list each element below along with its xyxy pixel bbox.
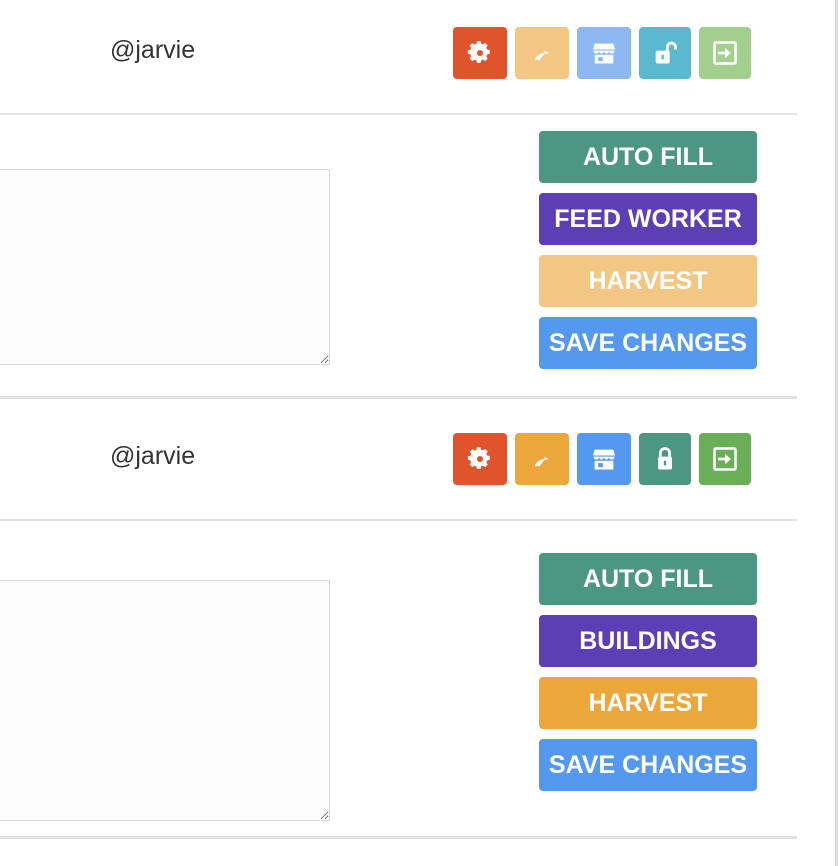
exit-button[interactable]	[699, 27, 751, 79]
auto-fill-button[interactable]: AUTO FILL	[539, 553, 757, 605]
save-changes-button[interactable]: SAVE CHANGES	[539, 317, 757, 369]
card-divider	[0, 396, 797, 399]
card-header: @jarvie	[0, 406, 797, 521]
exit-icon	[713, 447, 737, 471]
lock-icon	[658, 447, 672, 470]
icon-toolbar	[453, 433, 751, 485]
settings-button[interactable]	[453, 27, 507, 79]
action-buttons: AUTO FILL BUILDINGS HARVEST SAVE CHANGES	[539, 553, 757, 801]
mine-button[interactable]	[515, 433, 569, 485]
mine-button[interactable]	[515, 27, 569, 79]
exit-button[interactable]	[699, 433, 751, 485]
card-body: AUTO FILL BUILDINGS HARVEST SAVE CHANGES	[0, 521, 797, 836]
store-icon	[592, 449, 616, 470]
notes-textarea[interactable]	[0, 580, 330, 821]
lock-button[interactable]	[639, 433, 691, 485]
account-card-1: @jarvie AUTO FILL FEED WORKER HARVEST SA…	[0, 0, 797, 399]
username-label: @jarvie	[110, 36, 196, 64]
card-divider	[0, 836, 797, 839]
feed-worker-button[interactable]: FEED WORKER	[539, 193, 757, 245]
card-body: AUTO FILL FEED WORKER HARVEST SAVE CHANG…	[0, 115, 797, 396]
buildings-button[interactable]: BUILDINGS	[539, 615, 757, 667]
unlock-button[interactable]	[639, 27, 691, 79]
pickaxe-icon	[535, 51, 549, 61]
gear-icon	[467, 447, 490, 470]
username-label: @jarvie	[110, 442, 196, 470]
gear-icon	[467, 41, 490, 64]
notes-textarea[interactable]	[0, 169, 330, 365]
card-header: @jarvie	[0, 0, 797, 115]
icon-toolbar	[453, 27, 751, 79]
save-changes-button[interactable]: SAVE CHANGES	[539, 739, 757, 791]
auto-fill-button[interactable]: AUTO FILL	[539, 131, 757, 183]
action-buttons: AUTO FILL FEED WORKER HARVEST SAVE CHANG…	[539, 131, 757, 379]
unlock-icon	[655, 41, 677, 64]
pickaxe-icon	[535, 457, 549, 467]
store-button[interactable]	[577, 27, 631, 79]
store-icon	[592, 43, 616, 64]
account-card-2: @jarvie AUTO FILL BUILDINGS HARVEST SAVE…	[0, 406, 797, 839]
settings-button[interactable]	[453, 433, 507, 485]
harvest-button[interactable]: HARVEST	[539, 255, 757, 307]
exit-icon	[713, 41, 737, 65]
harvest-button[interactable]: HARVEST	[539, 677, 757, 729]
store-button[interactable]	[577, 433, 631, 485]
